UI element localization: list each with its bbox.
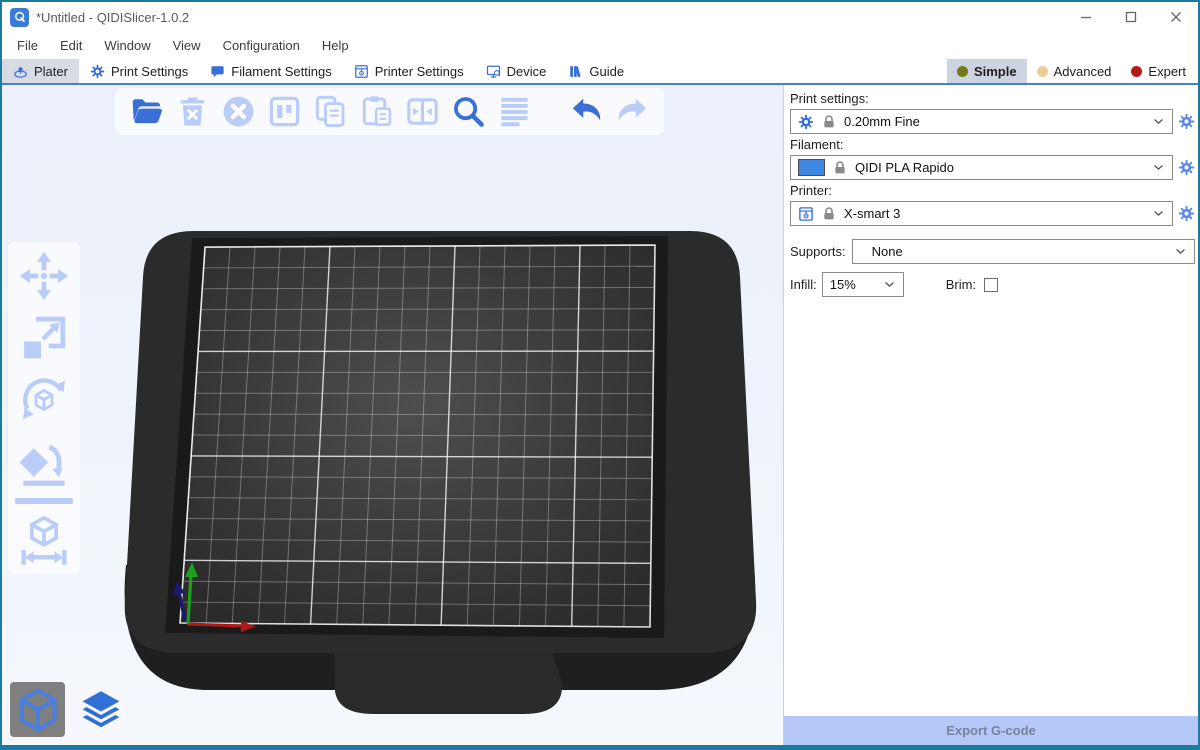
move-tool-button[interactable] (18, 250, 70, 302)
scale-tool-button[interactable] (18, 312, 70, 364)
tab-print-settings[interactable]: Print Settings (79, 59, 199, 83)
title-bar: *Untitled - QIDISlicer-1.0.2 (2, 2, 1198, 32)
open-button[interactable] (129, 94, 164, 129)
device-icon (486, 64, 501, 79)
paste-button[interactable] (359, 94, 394, 129)
delete-all-button[interactable] (221, 94, 256, 129)
print-bed (2, 85, 783, 745)
infill-label: Infill: (790, 277, 817, 292)
menu-edit[interactable]: Edit (49, 32, 93, 59)
toolbar-separator (15, 498, 73, 504)
app-logo-icon (10, 8, 29, 27)
menu-help[interactable]: Help (311, 32, 360, 59)
search-button[interactable] (451, 94, 486, 129)
mode-simple[interactable]: Simple (947, 59, 1027, 83)
filament-combo[interactable]: QIDI PLA Rapido (790, 155, 1173, 180)
infill-value: 15% (830, 277, 877, 292)
menu-view[interactable]: View (162, 32, 212, 59)
place-on-face-tool-button[interactable] (18, 436, 70, 488)
gear-icon (798, 114, 814, 130)
viewport-toolbar (115, 88, 664, 135)
filament-icon (210, 64, 225, 79)
measure-tool-button[interactable] (18, 514, 70, 566)
filament-gear-button[interactable] (1178, 159, 1195, 176)
lock-icon (832, 160, 848, 176)
tab-printer-settings[interactable]: Printer Settings (343, 59, 475, 83)
filament-color-swatch (798, 159, 825, 176)
lock-icon (821, 114, 837, 130)
printer-label: Printer: (790, 183, 1195, 198)
guide-icon (568, 64, 583, 79)
tab-guide[interactable]: Guide (557, 59, 635, 83)
simple-dot-icon (957, 66, 968, 77)
gear-icon (90, 64, 105, 79)
delete-button[interactable] (175, 94, 210, 129)
tab-plater[interactable]: Plater (2, 59, 79, 83)
printer-combo[interactable]: X-smart 3 (790, 201, 1173, 226)
copy-button[interactable] (313, 94, 348, 129)
arrange-button[interactable] (267, 94, 302, 129)
minimize-button[interactable] (1063, 2, 1108, 32)
expert-dot-icon (1131, 66, 1142, 77)
3d-viewport[interactable] (2, 85, 783, 745)
app-window: *Untitled - QIDISlicer-1.0.2 File Edit W… (0, 0, 1200, 750)
mode-expert[interactable]: Expert (1121, 59, 1196, 83)
chevron-down-icon (883, 278, 896, 291)
redo-button[interactable] (615, 94, 650, 129)
print-settings-combo[interactable]: 0.20mm Fine (790, 109, 1173, 134)
printer-value: X-smart 3 (844, 206, 1145, 221)
printer-icon (354, 64, 369, 79)
chevron-down-icon (1152, 115, 1165, 128)
supports-value: None (860, 244, 1168, 259)
filament-value: QIDI PLA Rapido (855, 160, 1145, 175)
settings-sidebar: Print settings: 0.20mm Fine Filament: (783, 85, 1198, 745)
tab-bar: Plater Print Settings Filament Settings … (2, 59, 1198, 85)
supports-combo[interactable]: None (852, 239, 1195, 264)
brim-checkbox[interactable] (984, 278, 998, 292)
export-gcode-button[interactable]: Export G-code (784, 716, 1198, 745)
menu-window[interactable]: Window (93, 32, 161, 59)
object-manipulation-toolbar (8, 242, 80, 574)
maximize-button[interactable] (1108, 2, 1153, 32)
layer-height-button[interactable] (497, 94, 532, 129)
supports-label: Supports: (790, 244, 846, 259)
rotate-tool-button[interactable] (18, 374, 70, 426)
undo-button[interactable] (569, 94, 604, 129)
menu-bar: File Edit Window View Configuration Help (2, 32, 1198, 59)
brim-label: Brim: (946, 277, 976, 292)
print-settings-gear-button[interactable] (1178, 113, 1195, 130)
advanced-dot-icon (1037, 66, 1048, 77)
mode-advanced[interactable]: Advanced (1027, 59, 1122, 83)
print-settings-value: 0.20mm Fine (844, 114, 1145, 129)
tab-device[interactable]: Device (475, 59, 558, 83)
printer-gear-button[interactable] (1178, 205, 1195, 222)
close-button[interactable] (1153, 2, 1198, 32)
editor-3d-view-button[interactable] (10, 682, 65, 737)
split-button[interactable] (405, 94, 440, 129)
lock-icon (821, 206, 837, 222)
filament-label: Filament: (790, 137, 1195, 152)
printer-icon (798, 206, 814, 222)
plater-icon (13, 64, 28, 79)
menu-file[interactable]: File (6, 32, 49, 59)
window-title: *Untitled - QIDISlicer-1.0.2 (36, 10, 189, 25)
chevron-down-icon (1152, 207, 1165, 220)
preview-layers-view-button[interactable] (73, 682, 128, 737)
print-settings-label: Print settings: (790, 91, 1195, 106)
chevron-down-icon (1152, 161, 1165, 174)
view-mode-toggle (10, 682, 128, 737)
tab-filament-settings[interactable]: Filament Settings (199, 59, 342, 83)
infill-combo[interactable]: 15% (822, 272, 904, 297)
menu-configuration[interactable]: Configuration (212, 32, 311, 59)
chevron-down-icon (1174, 245, 1187, 258)
